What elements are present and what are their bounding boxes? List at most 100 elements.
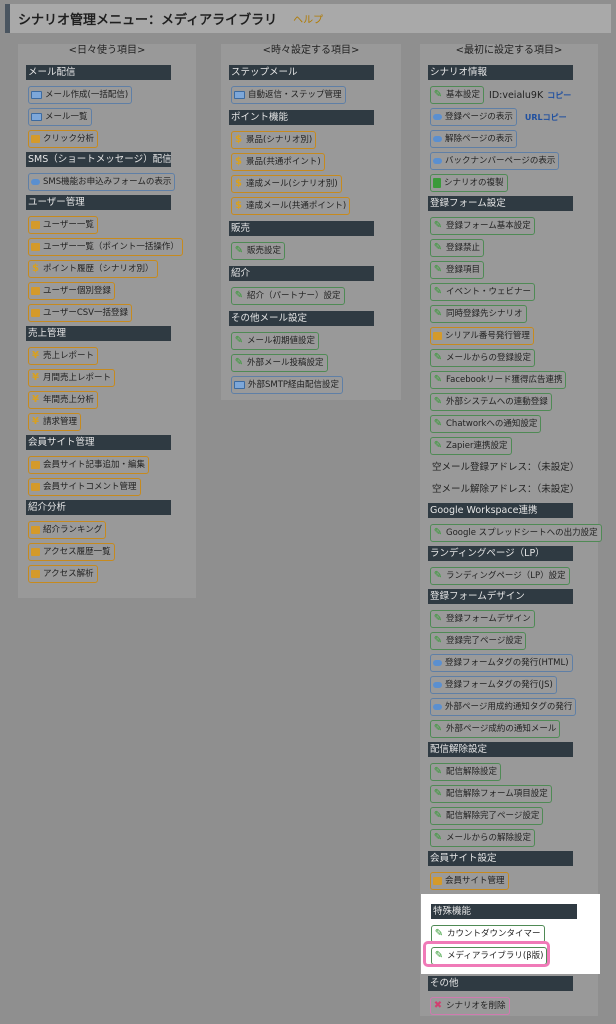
pencil-icon: ✎ bbox=[433, 723, 443, 734]
menu-row: 会員サイト記事追加・編集 bbox=[18, 454, 196, 476]
menu-item-button[interactable]: $ 達成メール(シナリオ別) bbox=[231, 175, 342, 193]
menu-row: ユーザーCSV一括登録 bbox=[18, 302, 196, 324]
menu-item-button[interactable]: ✎ メールからの解除設定 bbox=[430, 829, 536, 847]
basic-settings-button[interactable]: ✎ 基本設定 bbox=[430, 86, 485, 104]
menu-item-button[interactable]: 登録ページの表示 bbox=[430, 108, 517, 126]
menu-item-button[interactable]: ✎ 登録完了ページ設定 bbox=[430, 632, 527, 650]
menu-item-button[interactable]: 会員サイトコメント管理 bbox=[28, 478, 141, 496]
pencil-icon: ✎ bbox=[433, 286, 443, 297]
menu-row: 紹介ランキング bbox=[18, 519, 196, 541]
menu-item-button[interactable]: ✎ Facebookリード獲得広告連携 bbox=[430, 371, 567, 389]
menu-item-button[interactable]: $ 達成メール(共通ポイント) bbox=[231, 197, 351, 215]
menu-item-button[interactable]: ✎ メールからの登録設定 bbox=[430, 349, 536, 367]
menu-item-button[interactable]: ¥ 月間売上レポート bbox=[28, 369, 116, 387]
page-title: シナリオ管理メニュー：メディアライブラリ bbox=[18, 13, 278, 28]
menu-item-button[interactable]: シリアル番号発行管理 bbox=[430, 327, 534, 345]
menu-row: ✎ 登録禁止 bbox=[420, 237, 598, 259]
pencil-icon: ✎ bbox=[434, 928, 444, 939]
section-header: ユーザー管理 bbox=[26, 195, 171, 210]
menu-item-label: Chatworkへの通知設定 bbox=[446, 419, 538, 429]
menu-item-button[interactable]: $ 景品(シナリオ別) bbox=[231, 131, 317, 149]
menu-row: ¥ 請求管理 bbox=[18, 411, 196, 433]
menu-item-button[interactable]: バックナンバーページの表示 bbox=[430, 152, 560, 170]
dollar-icon: $ bbox=[235, 156, 242, 167]
menu-item-button[interactable]: ✎ 登録項目 bbox=[430, 261, 485, 279]
menu-item-button[interactable]: ✎ ランディングページ（LP）設定 bbox=[430, 567, 570, 585]
menu-row: $ 達成メール(共通ポイント) bbox=[221, 195, 401, 217]
menu-item-button[interactable]: ¥ 請求管理 bbox=[28, 413, 82, 431]
menu-row: ✎ 紹介（パートナー）設定 bbox=[221, 285, 401, 307]
menu-item-button[interactable]: ユーザー個別登録 bbox=[28, 282, 115, 300]
menu-item-button[interactable]: ✎ 同時登録先シナリオ bbox=[430, 305, 527, 323]
menu-item-label: アクセス履歴一覧 bbox=[43, 547, 111, 557]
menu-item-button[interactable]: シナリオの複製 bbox=[430, 174, 508, 192]
menu-item-button[interactable]: 登録フォームタグの発行(JS) bbox=[430, 676, 557, 694]
menu-item-button[interactable]: ✎ メール初期値設定 bbox=[231, 332, 320, 350]
menu-item-button[interactable]: SMS機能お申込みフォームの表示 bbox=[28, 173, 176, 191]
menu-item-label: イベント・ウェビナー bbox=[446, 287, 532, 297]
menu-item-button[interactable]: アクセス解析 bbox=[28, 565, 98, 583]
menu-item-button[interactable]: ✎ Google スプレッドシートへの出力設定 bbox=[430, 524, 602, 542]
dollar-icon: $ bbox=[235, 200, 242, 211]
url-copy-link[interactable]: URLコピー bbox=[525, 112, 567, 123]
menu-item-label: シナリオを削除 bbox=[446, 1001, 506, 1011]
menu-item-button[interactable]: ¥ 売上レポート bbox=[28, 347, 99, 365]
menu-item-button[interactable]: ユーザー一覧 bbox=[28, 216, 98, 234]
menu-item-button[interactable]: ✎ 配信解除完了ページ設定 bbox=[430, 807, 544, 825]
menu-row: ユーザー一覧 bbox=[18, 214, 196, 236]
column-heading: <最初に設定する項目> bbox=[455, 45, 563, 56]
menu-item-button[interactable]: 外部SMTP経由配信設定 bbox=[231, 376, 344, 394]
arrow-icon bbox=[433, 114, 442, 120]
menu-item-button[interactable]: ✎ 外部メール投稿設定 bbox=[231, 354, 328, 372]
column-heading: <時々設定する項目> bbox=[262, 45, 360, 56]
menu-item-label: 登録完了ページ設定 bbox=[446, 636, 523, 646]
section-header: その他 bbox=[428, 976, 573, 991]
section-header: 特殊機能 bbox=[431, 904, 577, 919]
menu-item-button[interactable]: ✎ 外部ページ成約の通知メール bbox=[430, 720, 561, 738]
menu-item-button[interactable]: ✎ 登録フォームデザイン bbox=[430, 610, 535, 628]
menu-item-button[interactable]: $ ポイント履歴（シナリオ別） bbox=[28, 260, 158, 278]
menu-item-button[interactable]: ✎ 登録禁止 bbox=[430, 239, 485, 257]
menu-item-button[interactable]: 紹介ランキング bbox=[28, 521, 107, 539]
mail-icon bbox=[31, 91, 42, 99]
menu-item-button[interactable]: ✖ シナリオを削除 bbox=[430, 997, 510, 1015]
menu-row: ¥ 月間売上レポート bbox=[18, 367, 196, 389]
menu-item-button[interactable]: クリック分析 bbox=[28, 130, 99, 148]
menu-item-button[interactable]: ✎ 登録フォーム基本設定 bbox=[430, 217, 535, 235]
yen-icon: ¥ bbox=[32, 350, 39, 361]
menu-item-button[interactable]: 外部ページ用成約通知タグの発行 bbox=[430, 698, 577, 716]
menu-item-button[interactable]: ✎ 配信解除設定 bbox=[430, 763, 502, 781]
menu-item-button[interactable]: ✎ 配信解除フォーム項目設定 bbox=[430, 785, 552, 803]
menu-item-button[interactable]: 会員サイト記事追加・編集 bbox=[28, 456, 150, 474]
menu-row: ✎ 配信解除フォーム項目設定 bbox=[420, 783, 598, 805]
menu-row: 解除ページの表示 bbox=[420, 128, 598, 150]
doc-icon bbox=[433, 178, 441, 188]
menu-item-button[interactable]: 自動返信・ステップ管理 bbox=[231, 86, 346, 104]
pencil-icon: ✎ bbox=[234, 245, 244, 256]
copy-id-link[interactable]: コピー bbox=[547, 90, 571, 101]
menu-item-button[interactable]: $ 景品(共通ポイント) bbox=[231, 153, 325, 171]
menu-item-button[interactable]: ✎ イベント・ウェビナー bbox=[430, 283, 536, 301]
menu-item-button[interactable]: 会員サイト管理 bbox=[430, 872, 509, 890]
section-header: シナリオ情報 bbox=[428, 65, 573, 80]
help-link[interactable]: ヘルプ bbox=[293, 11, 323, 26]
menu-item-button[interactable]: ✎ 販売設定 bbox=[231, 242, 286, 260]
dollar-icon: $ bbox=[235, 178, 242, 189]
menu-item-button[interactable]: メール一覧 bbox=[28, 108, 92, 126]
menu-item-button[interactable]: メール作成(一括配信) bbox=[28, 86, 133, 104]
menu-item-button[interactable]: ¥ 年間売上分析 bbox=[28, 391, 99, 409]
menu-item-button[interactable]: アクセス履歴一覧 bbox=[28, 543, 115, 561]
menu-item-button[interactable]: ✎ 外部システムへの連動登録 bbox=[430, 393, 552, 411]
menu-item-button[interactable]: ✎ Zapier連携設定 bbox=[430, 437, 512, 455]
chart-icon bbox=[31, 287, 40, 295]
menu-item-label: Facebookリード獲得広告連携 bbox=[446, 375, 563, 385]
menu-row: ✎ メールからの解除設定 bbox=[420, 827, 598, 849]
menu-row: 外部ページ用成約通知タグの発行 bbox=[420, 696, 598, 718]
menu-item-button[interactable]: ユーザー一覧（ポイント一括操作） bbox=[28, 238, 183, 256]
menu-item-button[interactable]: ✎ Chatworkへの通知設定 bbox=[430, 415, 542, 433]
menu-item-button[interactable]: 解除ページの表示 bbox=[430, 130, 517, 148]
menu-item-button[interactable]: ユーザーCSV一括登録 bbox=[28, 304, 132, 322]
menu-item-button[interactable]: 登録フォームタグの発行(HTML) bbox=[430, 654, 573, 672]
menu-item-label: メールからの解除設定 bbox=[446, 833, 532, 843]
menu-item-button[interactable]: ✎ 紹介（パートナー）設定 bbox=[231, 287, 345, 305]
